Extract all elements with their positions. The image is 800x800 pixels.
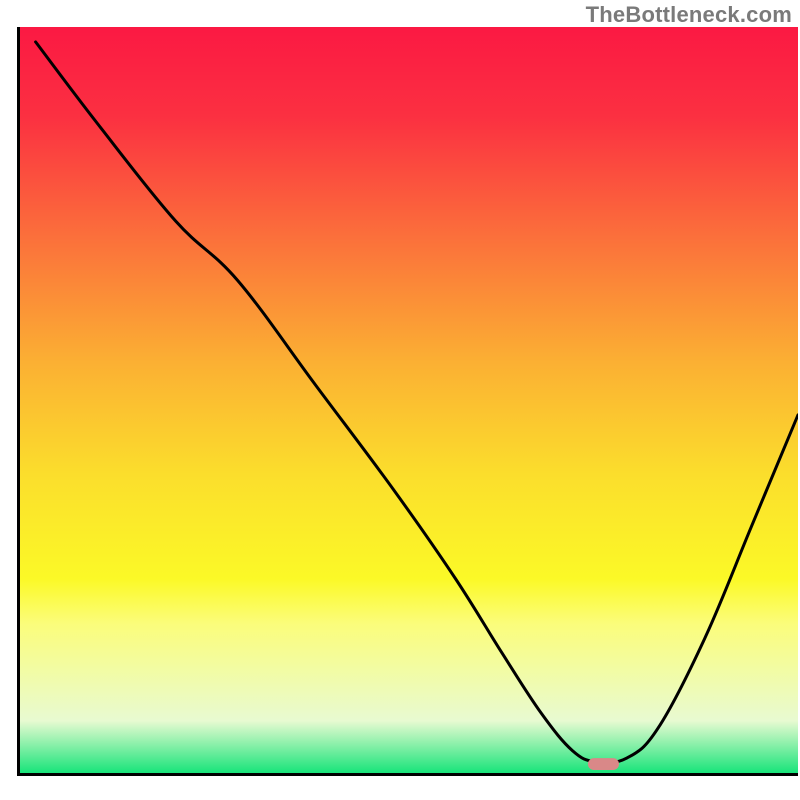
chart-stage: TheBottleneck.com [0,0,800,800]
optimal-point-marker [588,758,619,770]
gradient-background [20,27,798,773]
watermark-text: TheBottleneck.com [586,2,792,28]
bottleneck-chart [0,0,800,800]
